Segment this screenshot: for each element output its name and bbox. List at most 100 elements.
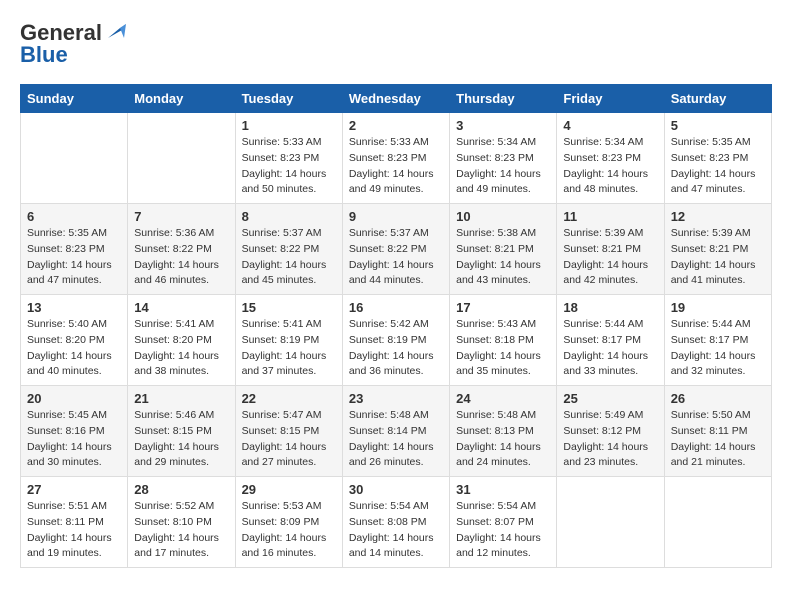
day-number: 3 (456, 118, 550, 133)
day-number: 10 (456, 209, 550, 224)
weekday-header: Wednesday (342, 85, 449, 113)
calendar-day: 14 Sunrise: 5:41 AM Sunset: 8:20 PM Dayl… (128, 295, 235, 386)
day-number: 8 (242, 209, 336, 224)
day-number: 29 (242, 482, 336, 497)
day-number: 16 (349, 300, 443, 315)
calendar-day: 4 Sunrise: 5:34 AM Sunset: 8:23 PM Dayli… (557, 113, 664, 204)
day-number: 6 (27, 209, 121, 224)
day-info: Sunrise: 5:43 AM Sunset: 8:18 PM Dayligh… (456, 317, 550, 380)
day-info: Sunrise: 5:44 AM Sunset: 8:17 PM Dayligh… (563, 317, 657, 380)
day-info: Sunrise: 5:54 AM Sunset: 8:07 PM Dayligh… (456, 499, 550, 562)
day-number: 12 (671, 209, 765, 224)
day-number: 22 (242, 391, 336, 406)
calendar-day: 18 Sunrise: 5:44 AM Sunset: 8:17 PM Dayl… (557, 295, 664, 386)
calendar-day: 23 Sunrise: 5:48 AM Sunset: 8:14 PM Dayl… (342, 386, 449, 477)
calendar-day: 31 Sunrise: 5:54 AM Sunset: 8:07 PM Dayl… (450, 477, 557, 568)
calendar-day: 6 Sunrise: 5:35 AM Sunset: 8:23 PM Dayli… (21, 204, 128, 295)
day-number: 24 (456, 391, 550, 406)
day-info: Sunrise: 5:47 AM Sunset: 8:15 PM Dayligh… (242, 408, 336, 471)
day-number: 26 (671, 391, 765, 406)
day-number: 27 (27, 482, 121, 497)
day-info: Sunrise: 5:50 AM Sunset: 8:11 PM Dayligh… (671, 408, 765, 471)
page-header: General Blue (20, 20, 772, 68)
calendar-empty (664, 477, 771, 568)
day-info: Sunrise: 5:42 AM Sunset: 8:19 PM Dayligh… (349, 317, 443, 380)
day-info: Sunrise: 5:39 AM Sunset: 8:21 PM Dayligh… (563, 226, 657, 289)
calendar-day: 8 Sunrise: 5:37 AM Sunset: 8:22 PM Dayli… (235, 204, 342, 295)
day-number: 13 (27, 300, 121, 315)
day-info: Sunrise: 5:49 AM Sunset: 8:12 PM Dayligh… (563, 408, 657, 471)
day-number: 23 (349, 391, 443, 406)
weekday-header: Saturday (664, 85, 771, 113)
day-number: 2 (349, 118, 443, 133)
day-info: Sunrise: 5:41 AM Sunset: 8:19 PM Dayligh… (242, 317, 336, 380)
day-info: Sunrise: 5:40 AM Sunset: 8:20 PM Dayligh… (27, 317, 121, 380)
calendar-day: 26 Sunrise: 5:50 AM Sunset: 8:11 PM Dayl… (664, 386, 771, 477)
calendar-day: 24 Sunrise: 5:48 AM Sunset: 8:13 PM Dayl… (450, 386, 557, 477)
day-number: 11 (563, 209, 657, 224)
calendar-day: 5 Sunrise: 5:35 AM Sunset: 8:23 PM Dayli… (664, 113, 771, 204)
day-info: Sunrise: 5:35 AM Sunset: 8:23 PM Dayligh… (27, 226, 121, 289)
calendar-day: 21 Sunrise: 5:46 AM Sunset: 8:15 PM Dayl… (128, 386, 235, 477)
calendar-day: 17 Sunrise: 5:43 AM Sunset: 8:18 PM Dayl… (450, 295, 557, 386)
weekday-header: Monday (128, 85, 235, 113)
day-info: Sunrise: 5:48 AM Sunset: 8:13 PM Dayligh… (456, 408, 550, 471)
day-number: 25 (563, 391, 657, 406)
calendar-day: 11 Sunrise: 5:39 AM Sunset: 8:21 PM Dayl… (557, 204, 664, 295)
calendar-day: 10 Sunrise: 5:38 AM Sunset: 8:21 PM Dayl… (450, 204, 557, 295)
day-number: 21 (134, 391, 228, 406)
day-number: 7 (134, 209, 228, 224)
weekday-header: Thursday (450, 85, 557, 113)
day-info: Sunrise: 5:45 AM Sunset: 8:16 PM Dayligh… (27, 408, 121, 471)
calendar-day: 7 Sunrise: 5:36 AM Sunset: 8:22 PM Dayli… (128, 204, 235, 295)
calendar-day: 30 Sunrise: 5:54 AM Sunset: 8:08 PM Dayl… (342, 477, 449, 568)
calendar-day: 3 Sunrise: 5:34 AM Sunset: 8:23 PM Dayli… (450, 113, 557, 204)
logo: General Blue (20, 20, 126, 68)
day-info: Sunrise: 5:39 AM Sunset: 8:21 PM Dayligh… (671, 226, 765, 289)
weekday-header: Tuesday (235, 85, 342, 113)
day-number: 31 (456, 482, 550, 497)
calendar-day: 16 Sunrise: 5:42 AM Sunset: 8:19 PM Dayl… (342, 295, 449, 386)
day-info: Sunrise: 5:34 AM Sunset: 8:23 PM Dayligh… (563, 135, 657, 198)
calendar-table: SundayMondayTuesdayWednesdayThursdayFrid… (20, 84, 772, 568)
day-number: 14 (134, 300, 228, 315)
calendar-day: 20 Sunrise: 5:45 AM Sunset: 8:16 PM Dayl… (21, 386, 128, 477)
calendar-day: 22 Sunrise: 5:47 AM Sunset: 8:15 PM Dayl… (235, 386, 342, 477)
day-info: Sunrise: 5:51 AM Sunset: 8:11 PM Dayligh… (27, 499, 121, 562)
day-info: Sunrise: 5:34 AM Sunset: 8:23 PM Dayligh… (456, 135, 550, 198)
calendar-day: 27 Sunrise: 5:51 AM Sunset: 8:11 PM Dayl… (21, 477, 128, 568)
day-number: 4 (563, 118, 657, 133)
day-info: Sunrise: 5:35 AM Sunset: 8:23 PM Dayligh… (671, 135, 765, 198)
day-info: Sunrise: 5:48 AM Sunset: 8:14 PM Dayligh… (349, 408, 443, 471)
calendar-day: 28 Sunrise: 5:52 AM Sunset: 8:10 PM Dayl… (128, 477, 235, 568)
day-number: 20 (27, 391, 121, 406)
calendar-day: 2 Sunrise: 5:33 AM Sunset: 8:23 PM Dayli… (342, 113, 449, 204)
day-info: Sunrise: 5:52 AM Sunset: 8:10 PM Dayligh… (134, 499, 228, 562)
calendar-day: 25 Sunrise: 5:49 AM Sunset: 8:12 PM Dayl… (557, 386, 664, 477)
logo-icon (104, 20, 126, 42)
day-info: Sunrise: 5:33 AM Sunset: 8:23 PM Dayligh… (242, 135, 336, 198)
weekday-header: Friday (557, 85, 664, 113)
day-info: Sunrise: 5:36 AM Sunset: 8:22 PM Dayligh… (134, 226, 228, 289)
day-number: 5 (671, 118, 765, 133)
calendar-header: SundayMondayTuesdayWednesdayThursdayFrid… (21, 85, 772, 113)
day-info: Sunrise: 5:38 AM Sunset: 8:21 PM Dayligh… (456, 226, 550, 289)
day-number: 17 (456, 300, 550, 315)
day-number: 9 (349, 209, 443, 224)
calendar-empty (557, 477, 664, 568)
calendar-day: 29 Sunrise: 5:53 AM Sunset: 8:09 PM Dayl… (235, 477, 342, 568)
day-info: Sunrise: 5:46 AM Sunset: 8:15 PM Dayligh… (134, 408, 228, 471)
day-number: 28 (134, 482, 228, 497)
calendar-day: 9 Sunrise: 5:37 AM Sunset: 8:22 PM Dayli… (342, 204, 449, 295)
day-info: Sunrise: 5:41 AM Sunset: 8:20 PM Dayligh… (134, 317, 228, 380)
calendar-day: 19 Sunrise: 5:44 AM Sunset: 8:17 PM Dayl… (664, 295, 771, 386)
day-info: Sunrise: 5:37 AM Sunset: 8:22 PM Dayligh… (242, 226, 336, 289)
weekday-header: Sunday (21, 85, 128, 113)
day-info: Sunrise: 5:53 AM Sunset: 8:09 PM Dayligh… (242, 499, 336, 562)
day-number: 15 (242, 300, 336, 315)
calendar-empty (21, 113, 128, 204)
calendar-day: 13 Sunrise: 5:40 AM Sunset: 8:20 PM Dayl… (21, 295, 128, 386)
day-number: 1 (242, 118, 336, 133)
day-info: Sunrise: 5:33 AM Sunset: 8:23 PM Dayligh… (349, 135, 443, 198)
calendar-day: 12 Sunrise: 5:39 AM Sunset: 8:21 PM Dayl… (664, 204, 771, 295)
